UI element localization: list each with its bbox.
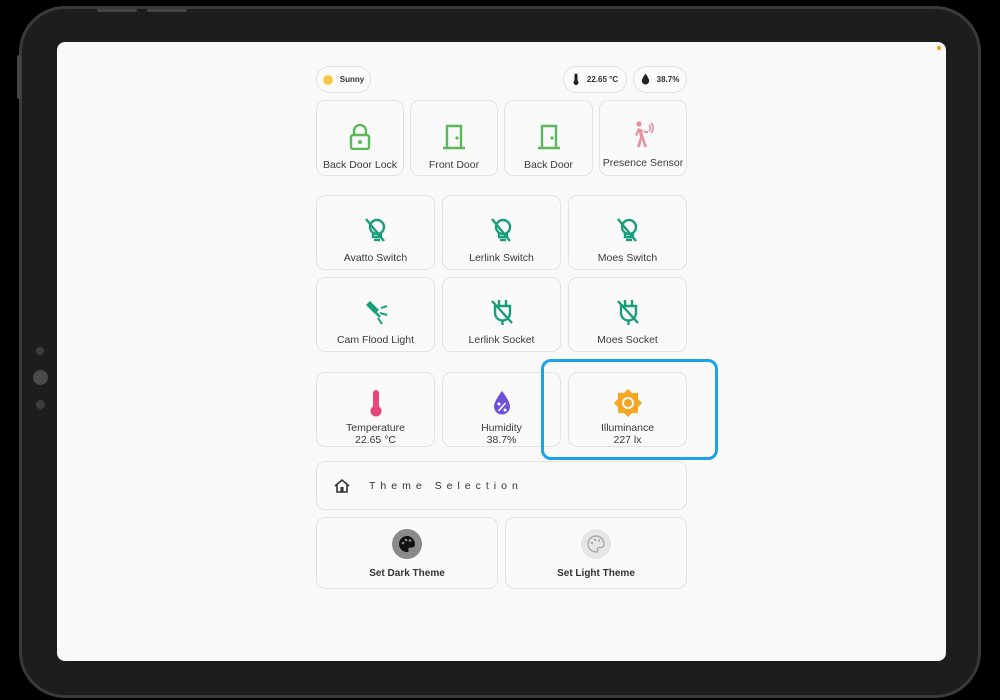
temperature-chip-label: 22.65 °C <box>586 75 619 84</box>
palette-outline-icon <box>581 529 611 559</box>
avatto-switch-card[interactable]: Avatto Switch <box>316 195 435 270</box>
card-label: Cam Flood Light <box>336 334 415 346</box>
moes-socket-card[interactable]: Moes Socket <box>568 277 687 352</box>
theme-selection-bar[interactable]: Theme Selection <box>316 461 687 510</box>
water-drop-icon <box>641 73 650 87</box>
lerlink-socket-card[interactable]: Lerlink Socket <box>442 277 561 352</box>
door-icon <box>537 115 561 159</box>
cam-flood-light-card[interactable]: Cam Flood Light <box>316 277 435 352</box>
light-theme-label: Set Light Theme <box>557 568 635 579</box>
front-door-card[interactable]: Front Door <box>410 100 498 176</box>
sensor-label: Humidity <box>481 422 522 434</box>
dark-theme-label: Set Dark Theme <box>369 568 445 579</box>
sensor-value: 22.65 °C <box>355 434 396 446</box>
back-door-lock-card[interactable]: Back Door Lock <box>316 100 404 176</box>
thermometer-icon <box>572 73 580 87</box>
temperature-chip[interactable]: 22.65 °C <box>563 66 627 93</box>
card-label: Lerlink Socket <box>468 334 535 346</box>
illuminance-card[interactable]: Illuminance 227 lx <box>568 372 687 447</box>
theme-selection-title: Theme Selection <box>369 479 523 492</box>
sensor-value: 227 lx <box>613 434 642 446</box>
motion-sensor-icon <box>628 113 658 157</box>
lightbulb-off-icon <box>615 208 641 252</box>
volume-button <box>97 9 137 12</box>
water-percent-icon <box>492 383 512 422</box>
set-light-theme-button[interactable]: Set Light Theme <box>505 517 687 589</box>
palette-icon <box>392 529 422 559</box>
sensor-value: 38.7% <box>486 434 517 446</box>
lock-icon <box>349 115 371 159</box>
presence-sensor-card[interactable]: Presence Sensor <box>599 100 687 176</box>
sensor-label: Illuminance <box>600 422 655 434</box>
humidity-card[interactable]: Humidity 38.7% <box>442 372 561 447</box>
weather-label: Sunny <box>339 75 365 84</box>
sun-icon <box>322 74 333 85</box>
humidity-chip[interactable]: 38.7% <box>633 66 687 93</box>
camera-dot <box>36 347 44 355</box>
power-plug-off-icon <box>489 290 515 334</box>
power-plug-off-icon <box>615 290 641 334</box>
volume-button <box>147 9 187 12</box>
set-dark-theme-button[interactable]: Set Dark Theme <box>316 517 498 589</box>
card-label: Back Door Lock <box>322 159 398 171</box>
card-label: Presence Sensor <box>602 157 684 169</box>
door-icon <box>442 115 466 159</box>
side-button <box>17 55 21 99</box>
humidity-chip-label: 38.7% <box>656 75 680 84</box>
lightbulb-off-icon <box>489 208 515 252</box>
temperature-card[interactable]: Temperature 22.65 °C <box>316 372 435 447</box>
card-label: Lerlink Switch <box>469 252 534 264</box>
camera-lens <box>33 370 48 385</box>
thermometer-icon <box>369 383 383 422</box>
card-label: Back Door <box>523 159 574 171</box>
weather-chip[interactable]: Sunny <box>316 66 371 93</box>
card-label: Moes Socket <box>597 334 658 346</box>
moes-switch-card[interactable]: Moes Switch <box>568 195 687 270</box>
card-label: Moes Switch <box>597 252 658 264</box>
card-label: Avatto Switch <box>343 252 408 264</box>
brightness-icon <box>613 383 643 422</box>
card-label: Front Door <box>428 159 480 171</box>
lerlink-switch-card[interactable]: Lerlink Switch <box>442 195 561 270</box>
lightbulb-off-icon <box>363 208 389 252</box>
back-door-card[interactable]: Back Door <box>504 100 593 176</box>
status-dot <box>937 46 941 50</box>
flood-light-icon <box>362 290 390 334</box>
sensor-label: Temperature <box>346 422 405 434</box>
camera-dot <box>36 400 45 409</box>
home-theme-icon <box>333 478 351 494</box>
